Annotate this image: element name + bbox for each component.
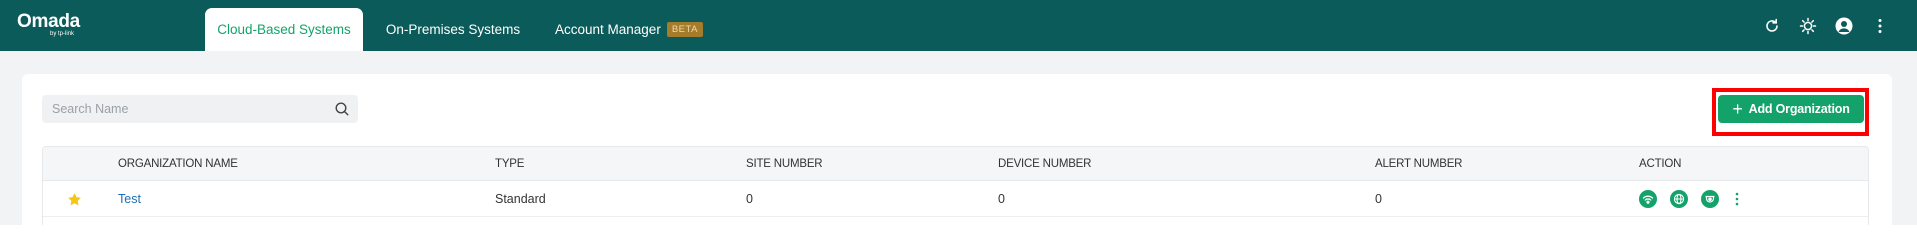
column-header-site-number[interactable]: SITE NUMBER <box>746 158 823 170</box>
search-box <box>42 95 358 123</box>
column-header-alert-number[interactable]: ALERT NUMBER <box>1375 158 1462 170</box>
refresh-icon[interactable] <box>1761 15 1783 37</box>
tab-account-manager[interactable]: Account Manager BETA <box>555 8 710 51</box>
top-navigation-bar: Omada by tp-link Cloud-Based Systems On-… <box>0 0 1917 51</box>
more-vertical-icon[interactable] <box>1869 15 1891 37</box>
tab-on-premises-systems[interactable]: On-Premises Systems <box>378 8 528 51</box>
logo-subtitle: by tp-link <box>50 31 75 37</box>
column-header-action: ACTION <box>1639 158 1682 170</box>
tab-label: On-Premises Systems <box>385 22 521 37</box>
table-header: ORGANIZATION NAME TYPE SITE NUMBER DEVIC… <box>43 147 1868 181</box>
logo-wordmark: Omada <box>17 11 80 32</box>
organization-type: Standard <box>495 192 546 206</box>
device-number: 0 <box>998 192 1005 206</box>
globe-icon[interactable] <box>1670 190 1688 208</box>
search-input[interactable] <box>52 95 322 123</box>
favorite-star-icon[interactable] <box>67 192 82 207</box>
column-header-device-number[interactable]: DEVICE NUMBER <box>998 158 1091 170</box>
more-vertical-icon[interactable] <box>1732 190 1742 208</box>
beta-badge: BETA <box>666 22 703 37</box>
organization-name-link[interactable]: Test <box>118 192 141 206</box>
column-header-type[interactable]: TYPE <box>495 158 524 170</box>
column-header-organization-name[interactable]: ORGANIZATION NAME <box>118 158 238 170</box>
plus-icon: + <box>1732 99 1743 119</box>
table-row: Test Standard 0 0 0 <box>43 181 1868 217</box>
organizations-table: ORGANIZATION NAME TYPE SITE NUMBER DEVIC… <box>42 146 1869 225</box>
tab-label: Cloud-Based Systems <box>217 22 351 37</box>
user-avatar-icon[interactable] <box>1833 15 1855 37</box>
camera-icon[interactable] <box>1701 190 1719 208</box>
site-number: 0 <box>746 192 753 206</box>
theme-sun-icon[interactable] <box>1797 15 1819 37</box>
add-organization-label: Add Organization <box>1748 102 1850 116</box>
alert-number: 0 <box>1375 192 1382 206</box>
app-viewport: Omada by tp-link Cloud-Based Systems On-… <box>0 0 1917 225</box>
wireless-icon[interactable] <box>1639 190 1657 208</box>
page: Omada by tp-link Cloud-Based Systems On-… <box>0 0 1917 245</box>
search-icon[interactable] <box>334 101 350 117</box>
omada-logo[interactable]: Omada by tp-link <box>17 11 80 37</box>
add-organization-button[interactable]: + Add Organization <box>1718 95 1864 123</box>
tab-cloud-based-systems[interactable]: Cloud-Based Systems <box>205 8 363 51</box>
tab-label: Account Manager <box>555 22 661 37</box>
